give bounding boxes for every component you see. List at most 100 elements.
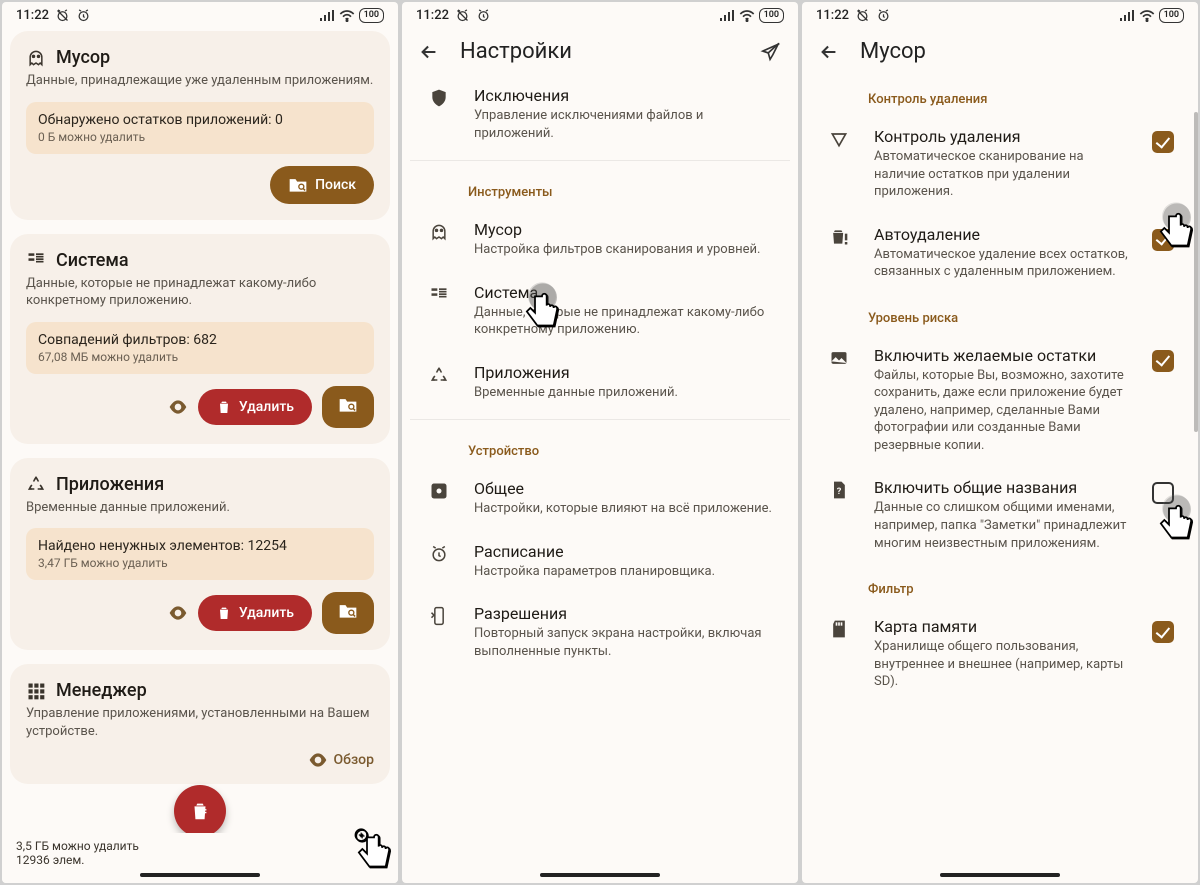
system-icon — [26, 250, 46, 270]
row-subtitle: Настройки, которые влияют на всё приложе… — [474, 500, 774, 518]
back-icon[interactable] — [418, 41, 440, 63]
row-subtitle: Автоматическое удаление всех остатков, с… — [874, 246, 1134, 281]
screen-settings: 11:22 100 Настройки Исключения Управлени… — [402, 2, 798, 883]
app-bar: Настройки — [402, 25, 798, 74]
settings-scroll[interactable]: Исключения Управление исключениями файло… — [402, 74, 798, 883]
checkbox[interactable] — [1152, 229, 1174, 251]
row-title: Включить желаемые остатки — [874, 346, 1134, 365]
card-subtitle: Данные, принадлежащие уже удаленным прил… — [26, 72, 374, 90]
app-bar: Мусор — [802, 25, 1198, 74]
checkbox[interactable] — [1152, 350, 1174, 372]
fab-delete-all[interactable] — [174, 785, 226, 837]
settings-row-gear[interactable]: Общее Настройки, которые влияют на всё п… — [410, 467, 790, 530]
settings-row-alarm[interactable]: Расписание Настройка параметров планиров… — [410, 530, 790, 593]
scrollbar[interactable] — [1194, 112, 1198, 432]
status-time: 11:22 — [816, 8, 849, 23]
button-label: Поиск — [315, 177, 356, 193]
settings-row-trashwarn[interactable]: Автоудаление Автоматическое удаление все… — [810, 213, 1190, 293]
section-label: Уровень риска — [810, 293, 1190, 334]
phone-icon — [429, 606, 449, 626]
settings-row-phone[interactable]: Разрешения Повторный запуск экрана настр… — [410, 592, 790, 672]
stat-secondary: 67,08 МБ можно удалить — [38, 350, 362, 364]
battery-indicator: 100 — [359, 8, 384, 23]
stat-box: Обнаружено остатков приложений: 0 0 Б мо… — [26, 102, 374, 154]
card-grid: Менеджер Управление приложениями, устано… — [10, 664, 390, 784]
row-title: Приложения — [474, 363, 774, 382]
sdcard-icon — [829, 619, 849, 639]
card-system: Система Данные, которые не принадлежат к… — [10, 234, 390, 444]
rescan-button[interactable] — [322, 592, 374, 634]
battery-indicator: 100 — [759, 8, 784, 23]
settings-row-shield[interactable]: Исключения Управление исключениями файло… — [410, 74, 790, 154]
settings-row-image[interactable]: Включить желаемые остатки Файлы, которые… — [810, 334, 1190, 467]
alarm-icon — [429, 544, 449, 564]
shield-icon — [429, 88, 449, 108]
ghost-icon — [429, 222, 449, 242]
checkbox[interactable] — [1152, 482, 1174, 504]
svg-text:?: ? — [837, 488, 842, 498]
screen-dashboard: 11:22 100 Мусор Данные, принадлежащие уж… — [2, 2, 398, 883]
stat-secondary: 0 Б можно удалить — [38, 130, 362, 144]
recycle-icon — [429, 365, 449, 385]
row-title: Контроль удаления — [874, 127, 1134, 146]
card-recycle: Приложения Временные данные приложений. … — [10, 458, 390, 651]
preview-button[interactable] — [168, 400, 188, 414]
row-subtitle: Повторный запуск экрана настройки, включ… — [474, 625, 774, 660]
wifi-icon — [339, 10, 355, 22]
nav-handle[interactable] — [540, 873, 660, 877]
nav-handle[interactable] — [140, 873, 260, 877]
back-icon[interactable] — [818, 41, 840, 63]
row-subtitle: Данные со слишком общими именами, наприм… — [874, 499, 1134, 552]
checkbox[interactable] — [1152, 621, 1174, 643]
telegram-icon[interactable] — [760, 41, 782, 63]
row-title: Расписание — [474, 542, 774, 561]
delete-button[interactable]: Удалить — [198, 595, 312, 631]
signal-icon — [719, 10, 735, 22]
card-subtitle: Данные, которые не принадлежат какому-ли… — [26, 275, 374, 310]
ghost-icon — [26, 48, 46, 68]
dashboard-scroll[interactable]: Мусор Данные, принадлежащие уже удаленны… — [2, 25, 398, 883]
trash-icon — [216, 605, 232, 621]
row-title: Автоудаление — [874, 225, 1134, 244]
review-button[interactable]: Обзор — [308, 752, 375, 768]
settings-scroll[interactable]: Контроль удаления Контроль удаления Авто… — [802, 74, 1198, 883]
row-subtitle: Временные данные приложений. — [474, 384, 774, 402]
page-title: Мусор — [860, 39, 926, 64]
row-title: Система — [474, 283, 774, 302]
trashwarn-icon — [829, 227, 849, 247]
nav-handle[interactable] — [940, 873, 1060, 877]
settings-row-triangle[interactable]: Контроль удаления Автоматическое сканиро… — [810, 115, 1190, 213]
summary-size: 3,5 ГБ можно удалить — [16, 839, 139, 853]
settings-row-system[interactable]: Система Данные, которые не принадлежат к… — [410, 271, 790, 351]
triangle-icon — [829, 129, 849, 149]
image-icon — [829, 348, 849, 368]
rescan-button[interactable] — [322, 386, 374, 428]
row-title: Карта памяти — [874, 617, 1134, 636]
row-subtitle: Автоматическое сканирование на наличие о… — [874, 148, 1134, 201]
status-bar: 11:22 100 — [402, 2, 798, 25]
page-title: Настройки — [460, 39, 572, 64]
signal-icon — [319, 10, 335, 22]
settings-row-sdcard[interactable]: Карта памяти Хранилище общего пользовани… — [810, 605, 1190, 703]
checkbox[interactable] — [1152, 131, 1174, 153]
card-title: Мусор — [56, 47, 110, 68]
button-label: Обзор — [334, 752, 375, 768]
alarm-icon — [76, 8, 91, 23]
row-subtitle: Настройка фильтров сканирования и уровне… — [474, 241, 774, 259]
delete-button[interactable]: Удалить — [198, 389, 312, 425]
row-subtitle: Данные, которые не принадлежат какому-ли… — [474, 304, 774, 339]
settings-row-ghost[interactable]: Мусор Настройка фильтров сканирования и … — [410, 208, 790, 271]
settings-row-filequestion[interactable]: ? Включить общие названия Данные со слиш… — [810, 466, 1190, 564]
wifi-icon — [1139, 10, 1155, 22]
stat-primary: Найдено ненужных элементов: 12254 — [38, 538, 362, 554]
settings-row-recycle[interactable]: Приложения Временные данные приложений. — [410, 351, 790, 414]
card-title: Менеджер — [56, 680, 147, 701]
status-bar: 11:22 100 — [2, 2, 398, 25]
folder-search-icon — [288, 176, 308, 194]
search-button[interactable]: Поиск — [270, 166, 374, 204]
status-time: 11:22 — [416, 8, 449, 23]
stat-primary: Обнаружено остатков приложений: 0 — [38, 112, 362, 128]
summary-count: 12936 элем. — [16, 853, 84, 867]
battery-indicator: 100 — [1159, 8, 1184, 23]
preview-button[interactable] — [168, 606, 188, 620]
